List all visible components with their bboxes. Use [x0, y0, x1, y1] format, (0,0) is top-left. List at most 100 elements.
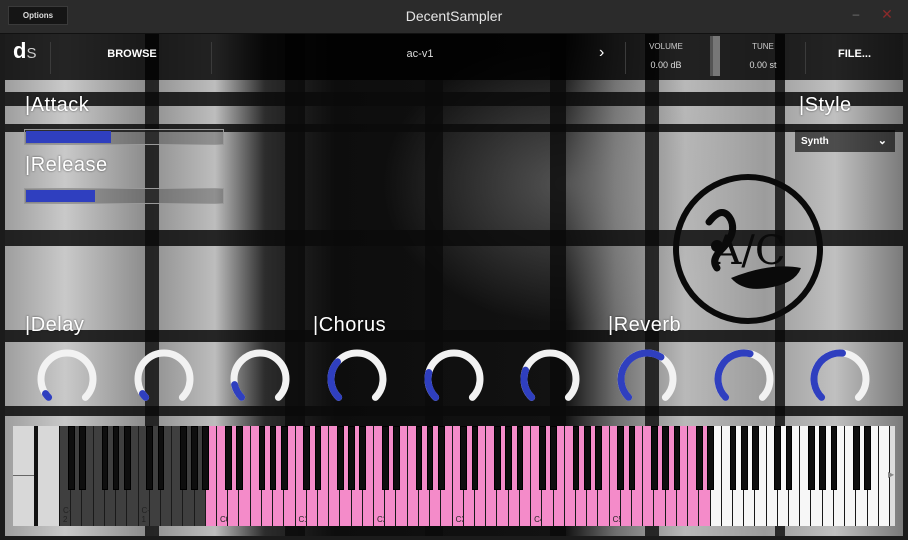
ac-logo-art: A/C — [673, 174, 823, 324]
black-key[interactable] — [303, 426, 311, 490]
black-key[interactable] — [112, 426, 120, 490]
black-key[interactable] — [348, 426, 355, 490]
header-bar: dS BROWSE ac-v1 › VOLUME 0.00 dB TUNE 0.… — [5, 34, 903, 80]
attack-slider[interactable] — [24, 129, 224, 145]
reverb-label: |Reverb — [608, 314, 682, 336]
background-beam — [5, 92, 903, 106]
black-key[interactable] — [864, 426, 871, 490]
delay-knob[interactable] — [228, 347, 292, 411]
black-key[interactable] — [740, 426, 748, 490]
release-slider-fill — [26, 190, 96, 202]
header-divider — [211, 42, 212, 74]
tune-label: TUNE — [752, 42, 774, 51]
reverb-knob[interactable] — [712, 347, 776, 411]
black-key[interactable] — [180, 426, 187, 490]
black-key[interactable] — [202, 426, 210, 490]
black-key[interactable] — [785, 426, 793, 490]
black-key[interactable] — [628, 426, 636, 490]
release-label: |Release — [25, 154, 108, 176]
black-key[interactable] — [572, 426, 580, 490]
mod-wheel[interactable] — [38, 426, 59, 526]
black-key[interactable] — [583, 426, 591, 490]
black-key[interactable] — [337, 426, 344, 490]
black-key[interactable] — [505, 426, 512, 490]
knob-track — [230, 349, 290, 401]
black-key[interactable] — [852, 426, 860, 490]
delay-knob[interactable] — [132, 347, 196, 411]
style-dropdown[interactable]: Synth ⌄ — [795, 130, 895, 152]
volume-value[interactable]: 0.00 dB — [631, 60, 701, 70]
black-key[interactable] — [695, 426, 703, 490]
black-key[interactable] — [258, 426, 266, 490]
chorus-knob[interactable] — [518, 347, 582, 411]
black-key[interactable] — [550, 426, 557, 490]
tune-value[interactable]: 0.00 st — [728, 60, 798, 70]
delay-knob[interactable] — [35, 347, 99, 411]
volume-label: VOLUME — [649, 42, 683, 51]
black-key[interactable] — [774, 426, 782, 490]
keyboard-scroll-right[interactable]: ▶ — [888, 426, 895, 526]
black-key[interactable] — [707, 426, 714, 490]
piano-keys: C-2 C-1 C0 C1 C2 C3 C4 C5 — [60, 426, 890, 526]
next-preset-button[interactable]: › — [599, 44, 604, 62]
knob-track — [134, 349, 194, 401]
background-beam — [5, 330, 903, 342]
style-value: Synth — [801, 135, 829, 147]
black-key[interactable] — [729, 426, 737, 490]
volume-meter — [710, 36, 720, 76]
minimize-button[interactable]: – — [850, 8, 862, 20]
black-key[interactable] — [280, 426, 288, 490]
black-key[interactable] — [516, 426, 524, 490]
octave-label: C-1 — [141, 506, 150, 524]
browse-button[interactable]: BROWSE — [97, 48, 167, 60]
pitch-wheel[interactable] — [13, 426, 34, 526]
window-title: DecentSampler — [405, 8, 503, 24]
knob-value-arc — [231, 381, 246, 401]
black-key[interactable] — [67, 426, 75, 490]
black-key[interactable] — [494, 426, 501, 490]
black-key[interactable] — [808, 426, 815, 490]
style-label: |Style — [799, 94, 852, 116]
black-key[interactable] — [101, 426, 109, 490]
black-key[interactable] — [830, 426, 838, 490]
black-key[interactable] — [359, 426, 367, 490]
black-key[interactable] — [752, 426, 759, 490]
black-key[interactable] — [146, 426, 154, 490]
chorus-label: |Chorus — [313, 314, 387, 336]
header-divider — [625, 42, 626, 74]
attack-label: |Attack — [25, 94, 90, 116]
close-button[interactable]: ✕ — [880, 7, 894, 22]
black-key[interactable] — [595, 426, 602, 490]
black-key[interactable] — [662, 426, 670, 490]
octave-label: C-2 — [63, 506, 72, 524]
black-key[interactable] — [415, 426, 423, 490]
black-key[interactable] — [426, 426, 434, 490]
black-key[interactable] — [437, 426, 445, 490]
black-key[interactable] — [617, 426, 625, 490]
black-key[interactable] — [269, 426, 277, 490]
release-slider[interactable] — [24, 188, 224, 204]
decent-sampler-logo: dS — [13, 38, 37, 63]
reverb-knob[interactable] — [808, 347, 872, 411]
file-button[interactable]: FILE... — [827, 48, 882, 60]
reverb-knob[interactable] — [615, 347, 679, 411]
preset-name[interactable]: ac-v1 — [365, 48, 475, 60]
black-key[interactable] — [460, 426, 468, 490]
black-key[interactable] — [314, 426, 322, 490]
knob-value-arc — [42, 390, 53, 401]
black-key[interactable] — [381, 426, 389, 490]
black-key[interactable] — [123, 426, 131, 490]
black-key[interactable] — [819, 426, 827, 490]
chorus-knob[interactable] — [325, 347, 389, 411]
black-key[interactable] — [651, 426, 658, 490]
black-key[interactable] — [79, 426, 86, 490]
black-key[interactable] — [538, 426, 546, 490]
black-key[interactable] — [673, 426, 681, 490]
black-key[interactable] — [224, 426, 232, 490]
black-key[interactable] — [157, 426, 165, 490]
black-key[interactable] — [393, 426, 400, 490]
black-key[interactable] — [471, 426, 479, 490]
chorus-knob[interactable] — [422, 347, 486, 411]
black-key[interactable] — [191, 426, 198, 490]
black-key[interactable] — [236, 426, 243, 490]
